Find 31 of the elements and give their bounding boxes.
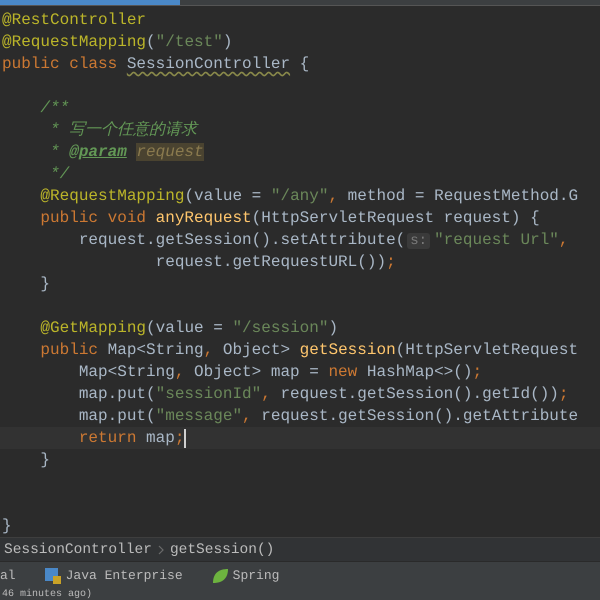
status-text: 46 minutes ago) [2, 589, 92, 600]
tool-window-tab[interactable]: Java Enterprise [44, 566, 183, 584]
code-line: public Map<String, Object> getSession(HttpServletRequest [39, 340, 578, 361]
code-line: * @param request [49, 142, 204, 163]
code-line: public void anyRequest(HttpServletRequest request) { [39, 208, 540, 229]
code-line: map.put("sessionId", request.getSession().getId()); [78, 384, 569, 405]
breadcrumb-item[interactable]: getSession() [170, 542, 274, 558]
leaf-icon [210, 566, 229, 584]
code-line: @GetMapping(value = "/session") [39, 318, 338, 339]
code-line: @RestController [2, 10, 146, 31]
code-line: request.getSession().setAttribute( s: "request Url", [78, 230, 569, 250]
code-line: public class SessionController { [2, 54, 310, 75]
chevron-icon [158, 544, 164, 554]
code-line: Map<String, Object> map = new HashMap<>(); [78, 362, 482, 383]
tool-window-tab[interactable]: Spring [210, 566, 280, 584]
code-line: map.put("message", request.getSession().getAttribute [78, 406, 578, 427]
java-enterprise-icon [44, 566, 62, 584]
code-line: return map; [78, 428, 184, 449]
code-line: } [2, 516, 12, 537]
code-line: } [39, 274, 50, 295]
text-caret [184, 428, 186, 448]
code-line: @RequestMapping("/test") [2, 32, 232, 53]
code-line: } [39, 450, 50, 471]
code-line: * 写一个任意的请求 [49, 120, 198, 141]
code-line: @RequestMapping(value = "/any", method = RequestMethod.G [39, 186, 578, 207]
active-tab-indicator[interactable] [0, 0, 180, 5]
code-line: */ [49, 164, 70, 185]
code-line: /** [39, 98, 70, 119]
code-line: request.getRequestURL()); [154, 252, 396, 273]
breadcrumb-item[interactable]: SessionController [4, 542, 152, 558]
tool-window-tab[interactable]: al [0, 568, 16, 583]
